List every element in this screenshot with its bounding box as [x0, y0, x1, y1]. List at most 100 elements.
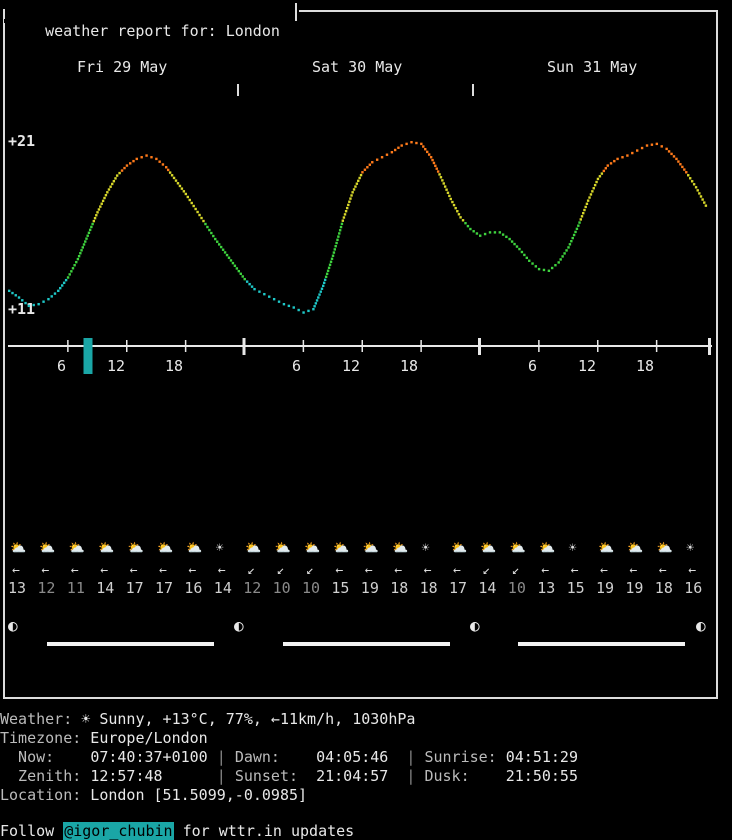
temperature-curve-dot	[112, 179, 116, 183]
temperature-curve-dot	[248, 282, 251, 286]
follow-handle-link[interactable]: @igor_chubin	[63, 822, 174, 840]
follow-line: Follow @igor_chubin for wttr.in updates	[0, 822, 354, 840]
temperature-curve-dot	[613, 159, 616, 163]
temperature-point	[155, 157, 158, 161]
temperature-point	[263, 292, 266, 296]
temperature-curve-dot	[677, 160, 680, 163]
dawn-value: 04:05:46	[316, 748, 389, 766]
temperature-curve-dot	[631, 151, 634, 155]
temperature-curve-dot	[515, 245, 519, 248]
temperature-curve-dot	[563, 252, 566, 255]
temperature-point	[636, 149, 639, 152]
temperature-curve-dot	[349, 197, 352, 200]
temperature-point	[429, 156, 433, 159]
temperature-curve-dot	[583, 208, 586, 212]
timezone-line: Timezone: Europe/London	[0, 729, 208, 747]
temperature-point	[547, 269, 551, 272]
temperature-curve-dot	[598, 175, 602, 178]
temperature-curve-dot	[355, 182, 359, 185]
forecast-temperature: 14	[478, 579, 497, 597]
temperature-curve-dot	[80, 249, 83, 252]
temperature-curve-dot	[32, 303, 35, 307]
temperature-curve-dot	[64, 278, 68, 282]
temperature-curve-dot	[50, 295, 53, 298]
temperature-curve-dot	[347, 203, 350, 207]
temperature-point	[479, 234, 482, 237]
temperature-point	[528, 259, 531, 262]
temperature-curve-dot	[85, 237, 88, 240]
hour-tick-label: 6	[57, 357, 67, 375]
temperature-point	[115, 174, 119, 177]
forecast-temperature: 16	[684, 579, 703, 597]
cloud-sun-icon: ⛅	[451, 541, 468, 556]
temperature-curve-dot	[334, 244, 337, 248]
cloud-sun-icon: ⛅	[362, 541, 379, 556]
temperature-curve-dot	[11, 291, 14, 295]
temperature-curve-dot	[584, 205, 587, 209]
temperature-curve-dot	[14, 294, 17, 297]
temperature-curve-dot	[570, 240, 573, 243]
temperature-curve-dot	[150, 156, 153, 159]
temperature-curve-dot	[109, 185, 112, 188]
temperature-point	[214, 237, 217, 241]
temperature-curve-dot	[258, 290, 261, 293]
temperature-point	[420, 142, 423, 146]
temperature-point	[459, 216, 462, 219]
cloud-sun-icon: ⛅	[304, 541, 321, 556]
temperature-point	[47, 297, 50, 301]
forecast-temperature: 18	[390, 579, 409, 597]
temperature-point	[253, 287, 256, 291]
temperature-point	[292, 306, 295, 309]
sunrise-value: 04:51:29	[496, 748, 578, 766]
temperature-curve-dot	[452, 203, 456, 207]
temperature-curve-dot	[591, 190, 594, 193]
forecast-temperature: 10	[302, 579, 321, 597]
temperature-curve-dot	[701, 198, 704, 201]
timezone-value: Europe/London	[81, 729, 208, 747]
temperature-curve-dot	[268, 295, 271, 298]
temperature-curve-dot	[604, 167, 607, 170]
hour-tick-label: 18	[400, 357, 419, 375]
temperature-curve-dot	[348, 200, 351, 203]
weather-value: ☀ Sunny, +13°C, 77%, ←11km/h, 1030hPa	[72, 710, 416, 728]
temperature-curve-dot	[554, 264, 557, 267]
temperature-curve-dot	[451, 200, 454, 204]
temperature-curve-dot	[92, 219, 96, 223]
temperature-curve-dot	[690, 180, 694, 183]
temperature-curve-dot	[442, 182, 445, 185]
wind-direction-icon: ←	[629, 563, 638, 578]
temperature-point	[694, 186, 698, 189]
temperature-curve-dot	[523, 253, 526, 257]
temperature-curve-dot	[667, 150, 671, 153]
temperature-point	[508, 237, 511, 241]
temperature-point	[66, 276, 70, 279]
temperature-curve-dot	[97, 208, 101, 211]
temperature-point	[165, 166, 168, 169]
cloud-sun-icon: ⛅	[598, 541, 615, 556]
temperature-curve-dot	[493, 231, 497, 234]
temperature-curve-dot	[229, 259, 233, 262]
temperature-curve-dot	[90, 225, 93, 229]
temperature-curve-dot	[21, 299, 24, 302]
temperature-curve-dot	[182, 190, 186, 193]
temperature-curve-dot	[595, 180, 598, 184]
forecast-temperature: 17	[449, 579, 468, 597]
temperature-curve-dot	[571, 236, 574, 240]
temperature-curve-dot	[120, 169, 124, 172]
hour-tick-label: 18	[165, 357, 184, 375]
temperature-curve-dot	[132, 159, 135, 163]
temperature-point	[439, 176, 443, 179]
wind-direction-icon: ←	[70, 563, 79, 578]
temperature-curve-dot	[84, 240, 87, 243]
sun-icon: ☀	[686, 541, 695, 556]
temperature-curve-dot	[431, 158, 434, 162]
temperature-curve-dot	[352, 188, 356, 191]
wind-direction-icon: ←	[453, 563, 461, 578]
temperature-curve-dot	[168, 171, 172, 174]
temperature-point	[390, 151, 394, 154]
location-label: Location:	[0, 786, 82, 804]
hour-tick-label: 6	[528, 357, 538, 375]
temperature-point	[616, 157, 619, 161]
wind-direction-icon: ↙	[276, 563, 285, 578]
forecast-temperature: 18	[654, 579, 673, 597]
